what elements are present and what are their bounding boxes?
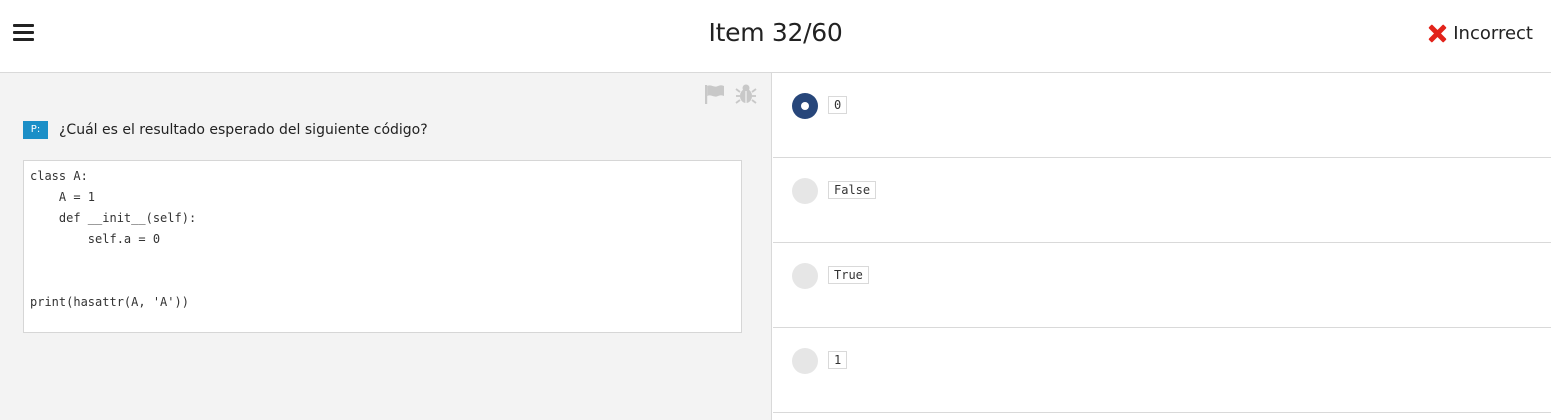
page-title: Item 32/60 — [708, 18, 843, 47]
option-label: False — [828, 181, 877, 199]
answer-option[interactable]: False — [773, 158, 1551, 243]
answer-option[interactable]: True — [773, 243, 1551, 328]
status-indicator: Incorrect — [1428, 21, 1533, 45]
option-label: True — [828, 266, 869, 284]
option-label: 0 — [828, 96, 848, 114]
answer-option[interactable]: 0 — [773, 73, 1551, 158]
code-block: class A: A = 1 def __init__(self): self.… — [23, 160, 742, 333]
radio-button[interactable] — [792, 93, 818, 119]
option-label: 1 — [828, 351, 848, 369]
code-text: class A: A = 1 def __init__(self): self.… — [30, 169, 197, 309]
answer-options: 0 False True 1 — [773, 73, 1551, 420]
radio-button[interactable] — [792, 348, 818, 374]
cross-icon — [1428, 24, 1447, 43]
question-row: P: ¿Cuál es el resultado esperado del si… — [23, 121, 428, 139]
bug-icon[interactable] — [735, 83, 757, 105]
question-pane: P: ¿Cuál es el resultado esperado del si… — [0, 73, 772, 420]
question-badge: P: — [23, 121, 48, 139]
answer-option[interactable]: 1 — [773, 328, 1551, 413]
top-bar: Item 32/60 Incorrect — [0, 0, 1551, 73]
question-text: ¿Cuál es el resultado esperado del sigui… — [59, 122, 428, 138]
flag-icon[interactable] — [703, 83, 725, 105]
radio-button[interactable] — [792, 178, 818, 204]
status-label: Incorrect — [1453, 22, 1533, 44]
radio-button[interactable] — [792, 263, 818, 289]
question-tools — [703, 83, 757, 105]
